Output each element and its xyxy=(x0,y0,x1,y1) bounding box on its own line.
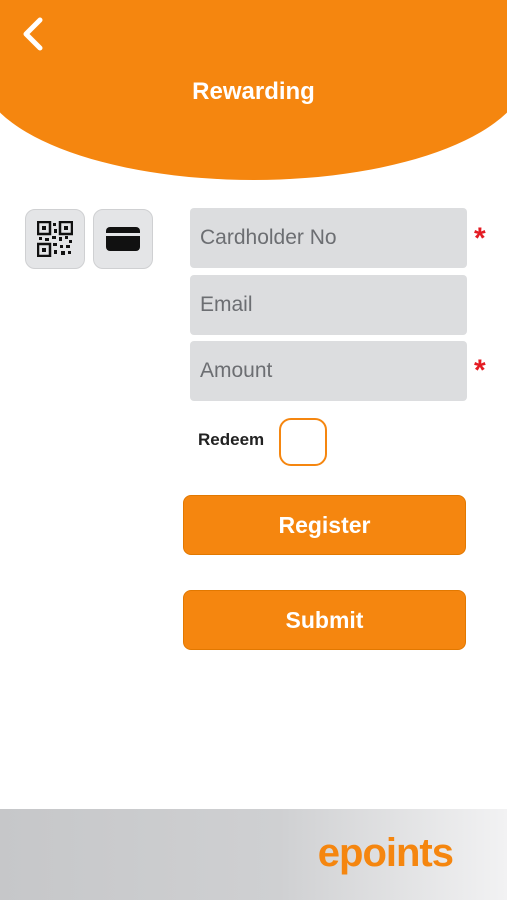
required-mark: * xyxy=(474,222,486,255)
card-icon xyxy=(106,227,140,251)
redeem-label: Redeem xyxy=(198,430,265,449)
required-mark: * xyxy=(474,354,486,387)
footer: epoints xyxy=(0,809,507,900)
chevron-left-icon xyxy=(23,17,43,51)
page-title: Rewarding xyxy=(192,78,315,105)
scan-qr-button[interactable] xyxy=(25,209,85,269)
email-input[interactable] xyxy=(190,275,467,335)
amount-input[interactable] xyxy=(190,341,467,401)
register-button[interactable]: Register xyxy=(183,495,466,555)
qr-code-icon xyxy=(37,221,73,257)
back-button[interactable] xyxy=(16,14,52,54)
card-button[interactable] xyxy=(93,209,153,269)
redeem-checkbox[interactable] xyxy=(279,418,327,466)
brand-logo: epoints xyxy=(317,831,454,875)
cardholder-no-input[interactable] xyxy=(190,208,467,268)
submit-button[interactable]: Submit xyxy=(183,590,466,650)
